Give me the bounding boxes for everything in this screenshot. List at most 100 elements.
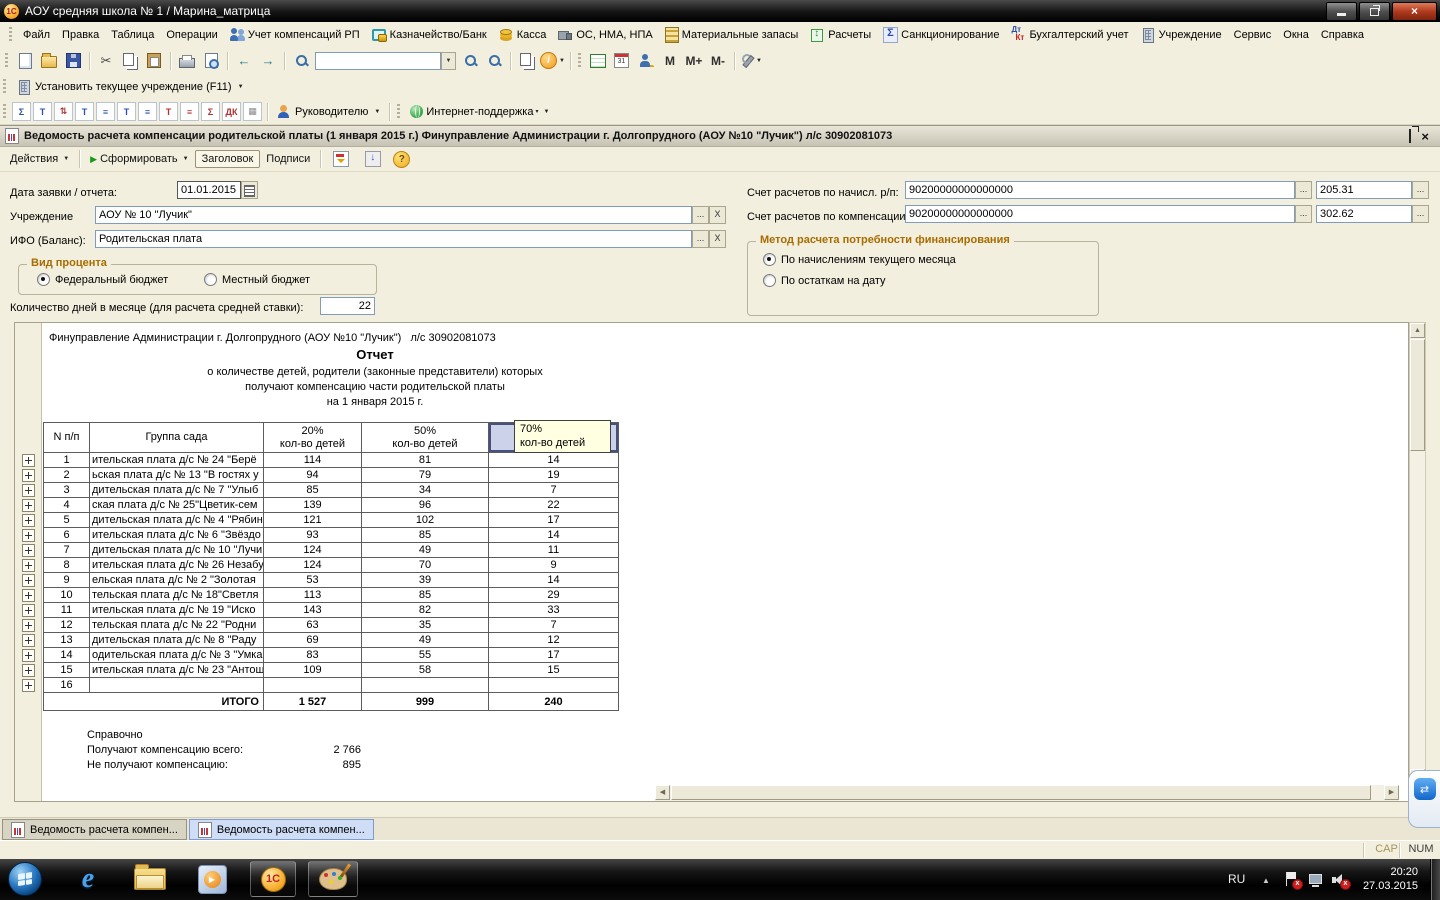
cell-group[interactable]: ительская плата д/с № 6 "Звёздо xyxy=(90,528,264,543)
vertical-scroll-thumb[interactable] xyxy=(1410,339,1425,451)
cell-70pct[interactable] xyxy=(489,678,619,693)
cell-20pct[interactable]: 63 xyxy=(264,618,362,633)
cell-20pct[interactable]: 83 xyxy=(264,648,362,663)
report-settings-button[interactable] xyxy=(325,148,357,170)
language-indicator[interactable]: RU xyxy=(1228,872,1245,886)
menu-item-2[interactable]: Таблица xyxy=(105,26,160,44)
scroll-left-button[interactable]: ◀ xyxy=(655,785,670,800)
report-export-button[interactable] xyxy=(357,148,389,170)
find-text-icon[interactable]: Т xyxy=(75,102,94,121)
cell-20pct[interactable] xyxy=(264,678,362,693)
cell-num[interactable]: 10 xyxy=(44,588,90,603)
paint-taskbar-button[interactable] xyxy=(308,861,358,897)
cell-70pct[interactable]: 14 xyxy=(489,528,619,543)
row-expand-button[interactable] xyxy=(22,484,35,497)
new-document-button[interactable] xyxy=(14,50,36,72)
back-button[interactable]: ← xyxy=(233,50,255,72)
cell-group[interactable]: ительская плата д/с № 23 "Антош xyxy=(90,663,264,678)
toolbar-grip[interactable] xyxy=(397,104,400,120)
volume-muted-icon[interactable]: x xyxy=(1332,872,1348,888)
cell-50pct[interactable]: 102 xyxy=(362,513,489,528)
row-expand-button[interactable] xyxy=(22,514,35,527)
menu-item-13[interactable]: Сервис xyxy=(1228,26,1278,44)
cell-20pct[interactable]: 139 xyxy=(264,498,362,513)
cell-num[interactable]: 13 xyxy=(44,633,90,648)
menu-item-15[interactable]: Справка xyxy=(1315,26,1370,44)
find-button[interactable] xyxy=(459,50,481,72)
duplicate-button[interactable] xyxy=(516,50,538,72)
find-next-button[interactable] xyxy=(483,50,505,72)
ifo-clear-button[interactable]: X xyxy=(709,230,726,248)
close-button[interactable]: × xyxy=(1392,2,1437,21)
forward-button[interactable]: → xyxy=(257,50,279,72)
cell-group[interactable]: ительская плата д/с № 26 Незабу xyxy=(90,558,264,573)
cut-button[interactable]: ✂ xyxy=(95,50,117,72)
user-permissions-button[interactable] xyxy=(635,50,657,72)
open-button[interactable] xyxy=(38,50,60,72)
refresh-icon[interactable]: ⇅ xyxy=(54,102,73,121)
cell-50pct[interactable]: 55 xyxy=(362,648,489,663)
toolbar-grip[interactable] xyxy=(578,53,581,69)
menu-item-0[interactable]: Файл xyxy=(17,26,56,44)
cell-group[interactable]: одительская плата д/с № 3 "Умка xyxy=(90,648,264,663)
1c-taskbar-button[interactable]: 1С xyxy=(250,861,296,897)
sheet-lines-icon[interactable]: ≡ xyxy=(138,102,157,121)
toolbar-grip[interactable] xyxy=(3,104,6,120)
cells-icon[interactable]: ▦ xyxy=(243,102,262,121)
cell-70pct[interactable]: 7 xyxy=(489,483,619,498)
mdi-tab-0[interactable]: Ведомость расчета компен... xyxy=(2,819,187,840)
print-button[interactable] xyxy=(176,50,198,72)
total-label[interactable]: ИТОГО xyxy=(44,693,264,711)
cell-group[interactable]: ительская плата д/с № 19 "Иско xyxy=(90,603,264,618)
menu-item-7[interactable]: ОС, НМА, НПА xyxy=(552,25,658,45)
restore-button[interactable] xyxy=(1359,2,1390,21)
account2-input[interactable] xyxy=(905,205,1295,223)
debit-credit-icon[interactable]: ДК xyxy=(222,102,241,121)
menu-item-14[interactable]: Окна xyxy=(1277,26,1315,44)
cell-70pct[interactable]: 11 xyxy=(489,543,619,558)
cell-70pct[interactable]: 22 xyxy=(489,498,619,513)
account2-code-input[interactable] xyxy=(1316,205,1412,223)
cell-group[interactable]: ительская плата д/с № 24 "Берё xyxy=(90,453,264,468)
cell-70pct[interactable]: 9 xyxy=(489,558,619,573)
table-settings-button[interactable] xyxy=(587,50,609,72)
cell-num[interactable]: 11 xyxy=(44,603,90,618)
cell-20pct[interactable]: 85 xyxy=(264,483,362,498)
days-input[interactable] xyxy=(320,297,375,315)
radio-balance-on-date[interactable]: По остаткам на дату xyxy=(763,274,886,287)
cell-group[interactable]: тельская плата д/с № 22 "Родни xyxy=(90,618,264,633)
cell-20pct[interactable]: 124 xyxy=(264,558,362,573)
toolbar-grip[interactable] xyxy=(3,79,6,95)
action-center-icon[interactable]: x xyxy=(1284,872,1300,888)
cell-num[interactable]: 4 xyxy=(44,498,90,513)
date-input[interactable] xyxy=(177,181,241,199)
menu-item-4[interactable]: Учет компенсаций РП xyxy=(224,25,366,45)
cell-20pct[interactable]: 124 xyxy=(264,543,362,558)
cell-group[interactable]: ьская плата д/с № 13 "В гостях у xyxy=(90,468,264,483)
cell-num[interactable]: 12 xyxy=(44,618,90,633)
cell-50pct[interactable]: 35 xyxy=(362,618,489,633)
cell-20pct[interactable]: 143 xyxy=(264,603,362,618)
doc-restore-button[interactable] xyxy=(1409,130,1411,142)
menu-item-9[interactable]: Расчеты xyxy=(804,25,877,45)
calendar-button[interactable] xyxy=(611,50,633,72)
cell-group[interactable]: дительская плата д/с № 4 "Рябин xyxy=(90,513,264,528)
search-button[interactable] xyxy=(290,50,312,72)
cell-group[interactable] xyxy=(90,678,264,693)
find-lines-icon[interactable]: ≡ xyxy=(96,102,115,121)
memory-plus-button[interactable]: М+ xyxy=(683,50,705,72)
row-expand-button[interactable] xyxy=(22,619,35,632)
col-header-num[interactable]: N п/п xyxy=(44,423,90,453)
actions-button[interactable]: Действия▼ xyxy=(4,150,75,168)
col-header-50pct[interactable]: 50% кол-во детей xyxy=(362,423,489,453)
cell-50pct[interactable]: 85 xyxy=(362,528,489,543)
cell-num[interactable]: 6 xyxy=(44,528,90,543)
cell-50pct[interactable]: 34 xyxy=(362,483,489,498)
account1-code-input[interactable] xyxy=(1316,181,1412,199)
report-spreadsheet[interactable]: Финуправление Администрации г. Долгопруд… xyxy=(14,322,1409,802)
scroll-up-button[interactable]: ▲ xyxy=(1410,323,1425,338)
cell-num[interactable]: 2 xyxy=(44,468,90,483)
cell-num[interactable]: 16 xyxy=(44,678,90,693)
clock[interactable]: 20:20 27.03.2015 xyxy=(1352,865,1418,893)
memory-minus-button[interactable]: М- xyxy=(707,50,729,72)
